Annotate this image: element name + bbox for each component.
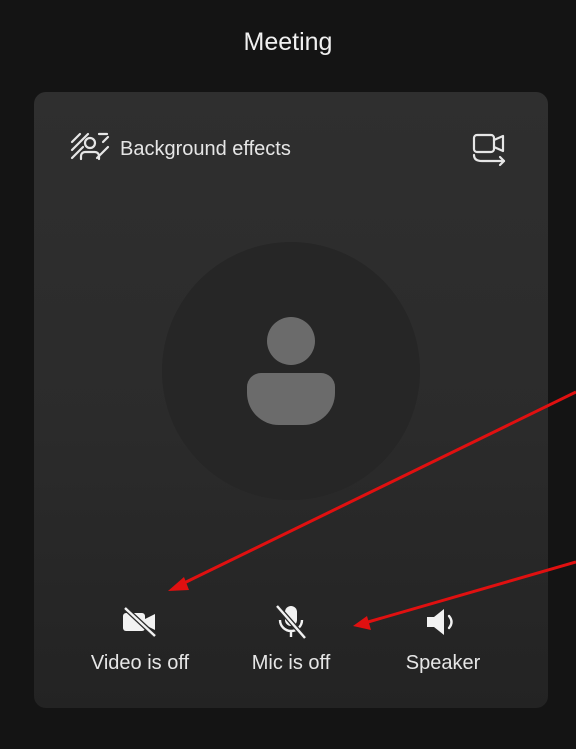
background-effects-label: Background effects <box>120 137 291 160</box>
call-controls: Video is off Mic is off Speaker <box>34 603 548 684</box>
mic-toggle-label: Mic is off <box>251 652 331 674</box>
mic-toggle-button[interactable]: Mic is off <box>216 603 366 675</box>
avatar <box>162 242 420 500</box>
page-title: Meeting <box>243 28 333 56</box>
video-preview-panel: Background effects Video is off Mic is o… <box>34 92 548 708</box>
background-effects-button[interactable]: Background effects <box>70 132 291 167</box>
video-toggle-label: Video is off <box>90 652 190 674</box>
video-toggle-button[interactable]: Video is off <box>65 604 215 675</box>
speaker-button[interactable]: Speaker <box>368 604 518 675</box>
background-effects-icon <box>70 132 110 167</box>
mic-off-icon <box>274 603 308 645</box>
switch-camera-button[interactable] <box>470 132 510 168</box>
speaker-icon <box>424 606 462 643</box>
person-avatar-icon <box>247 317 335 430</box>
video-off-icon <box>121 605 159 643</box>
switch-camera-icon <box>470 133 510 172</box>
speaker-label: Speaker <box>405 652 481 674</box>
